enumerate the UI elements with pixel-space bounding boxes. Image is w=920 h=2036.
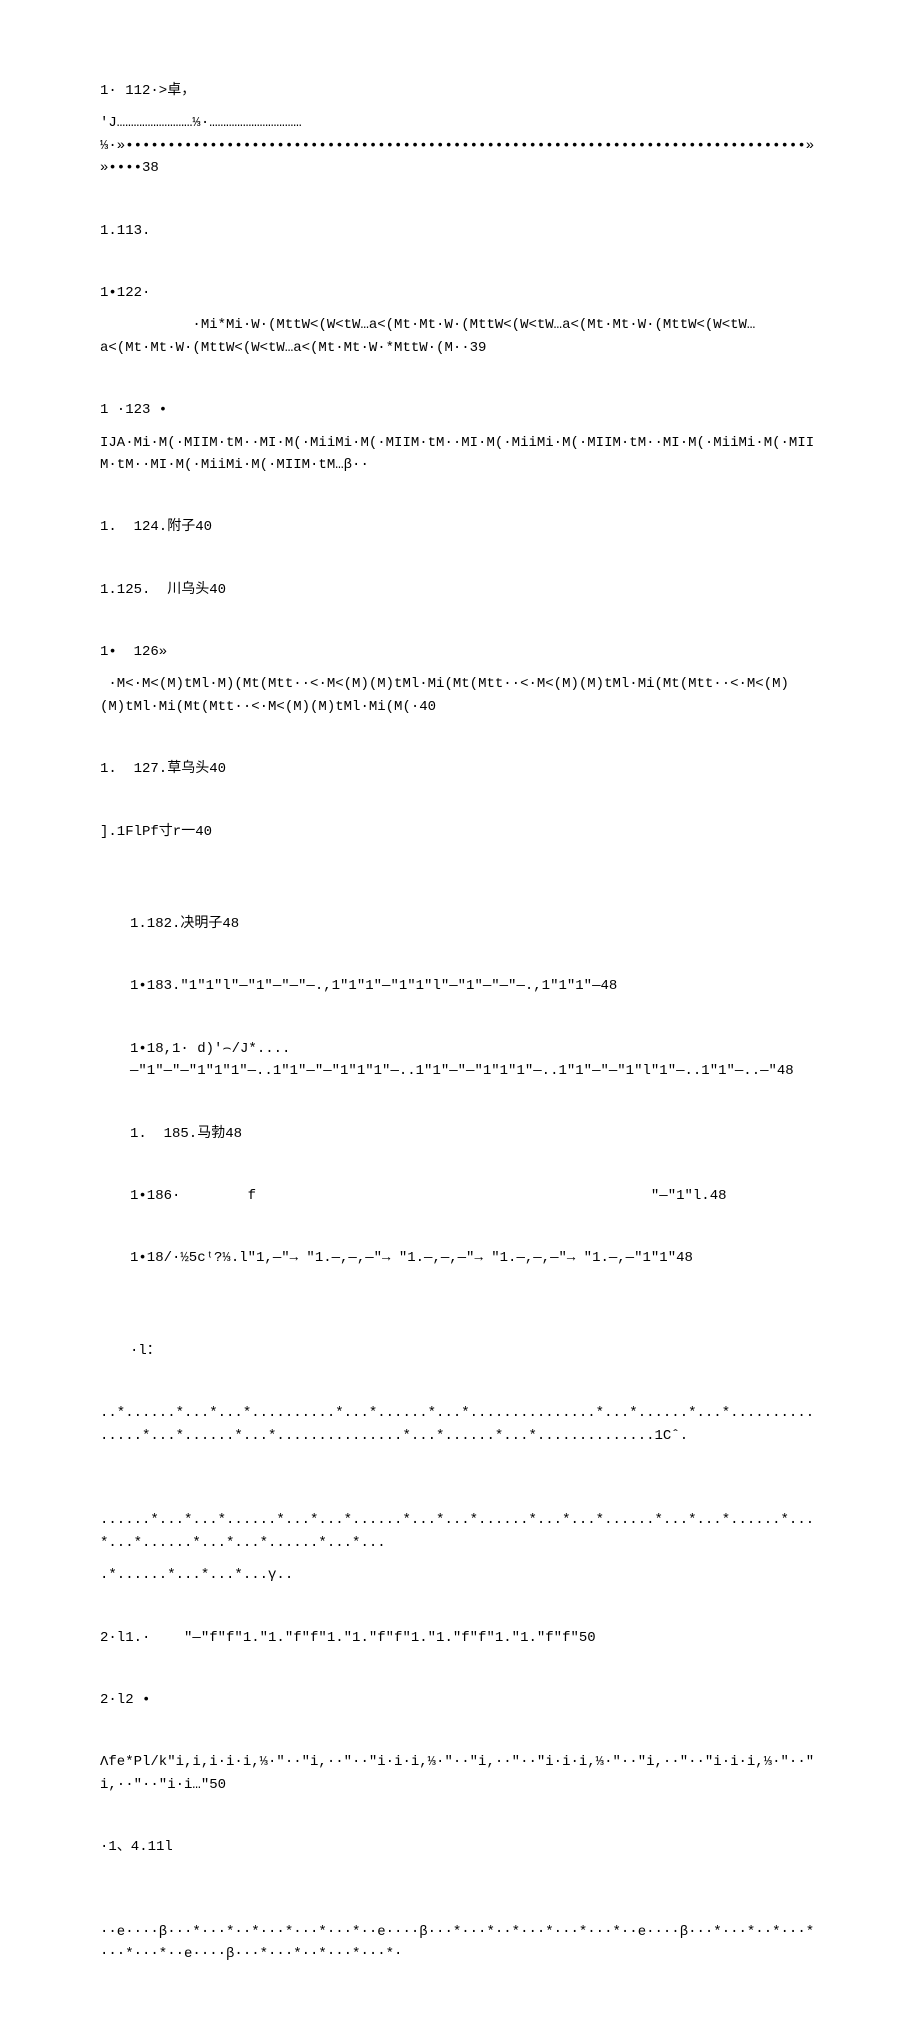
text-line: 1 ·123 • bbox=[100, 399, 820, 421]
text-line: ......*...*...*......*...*...*......*...… bbox=[100, 1487, 820, 1554]
text-line: 2·l2 • bbox=[100, 1689, 820, 1711]
blank-line bbox=[100, 1093, 820, 1123]
blank-line bbox=[100, 1597, 820, 1627]
blank-line bbox=[100, 1721, 820, 1751]
blank-line bbox=[100, 1008, 820, 1038]
text-line: 1•183."1"1"l"—"1"—"—"—.,1"1"1"—"1"1"l"—"… bbox=[100, 975, 820, 997]
text-line: 1•18/·½5cᵗ?⅓.l"1,—″→ "1.—,—,—″→ "1.—,—,—… bbox=[100, 1247, 820, 1269]
blank-line bbox=[100, 1310, 820, 1340]
text-line: ·l： bbox=[100, 1340, 820, 1362]
blank-line bbox=[100, 486, 820, 516]
text-line: 1•122· bbox=[100, 282, 820, 304]
text-line: Λfe*Pl/k"i,i,i·i·i,⅓·"··"i,··"··"i·i·i,⅓… bbox=[100, 1751, 820, 1796]
blank-line bbox=[100, 853, 820, 883]
blank-line bbox=[100, 1868, 820, 1898]
blank-line bbox=[100, 1280, 820, 1310]
text-line: 1.113. bbox=[100, 220, 820, 242]
text-line: 1· 112·>卓， bbox=[100, 80, 820, 102]
text-line: 'J………………………⅓·……………………………⅓·»•••••••••••••… bbox=[100, 112, 820, 179]
text-line: 1.182.决明子48 bbox=[100, 913, 820, 935]
text-line: ·Mi*Mi·W·(MttW<(W<tW…a<(Mt·Mt·W·(MttW<(W… bbox=[100, 314, 820, 359]
text-line: 2·l1.· "—"f"f"1."1."f"f"1."1."f"f"1."1."… bbox=[100, 1627, 820, 1649]
text-line: .*......*...*...*...γ.. bbox=[100, 1564, 820, 1586]
text-line: 1•186· f "—"1"l.48 bbox=[100, 1185, 820, 1207]
blank-line bbox=[100, 1659, 820, 1689]
blank-line bbox=[100, 369, 820, 399]
text-line: ].1FlPf寸r一40 bbox=[100, 821, 820, 843]
text-line: IJA·Mi·M(·MIIM·tM··MI·M(·MiiMi·M(·MIIM·t… bbox=[100, 432, 820, 477]
text-line: 1. 124.附子40 bbox=[100, 516, 820, 538]
document-body: 1· 112·>卓， 'J………………………⅓·……………………………⅓·»•••… bbox=[100, 80, 820, 1966]
blank-line bbox=[100, 252, 820, 282]
text-line: ..*......*...*...*..........*...*......*… bbox=[100, 1402, 820, 1447]
blank-line bbox=[100, 945, 820, 975]
blank-line bbox=[100, 1457, 820, 1487]
blank-line bbox=[100, 1372, 820, 1402]
text-line: 1.125. 川乌头40 bbox=[100, 579, 820, 601]
blank-line bbox=[100, 1155, 820, 1185]
blank-line bbox=[100, 1217, 820, 1247]
text-line: ·M<·M<(M)tMl·M)(Mt(Mtt··<·M<(M)(M)tMl·Mi… bbox=[100, 673, 820, 718]
text-line: ··e····β···*···*··*···*···*···*··e····β·… bbox=[100, 1898, 820, 1965]
text-line: 1•18,1· d)′⌢/J*....—"1"—"—"1"1"1"—..1"1"… bbox=[100, 1038, 820, 1083]
blank-line bbox=[100, 791, 820, 821]
blank-line bbox=[100, 1806, 820, 1836]
text-line: 1• 126» bbox=[100, 641, 820, 663]
text-line: ·1、4.11l bbox=[100, 1836, 820, 1858]
blank-line bbox=[100, 883, 820, 913]
blank-line bbox=[100, 190, 820, 220]
blank-line bbox=[100, 728, 820, 758]
blank-line bbox=[100, 611, 820, 641]
text-line: 1. 127.草乌头40 bbox=[100, 758, 820, 780]
blank-line bbox=[100, 549, 820, 579]
text-line: 1. 185.马勃48 bbox=[100, 1123, 820, 1145]
